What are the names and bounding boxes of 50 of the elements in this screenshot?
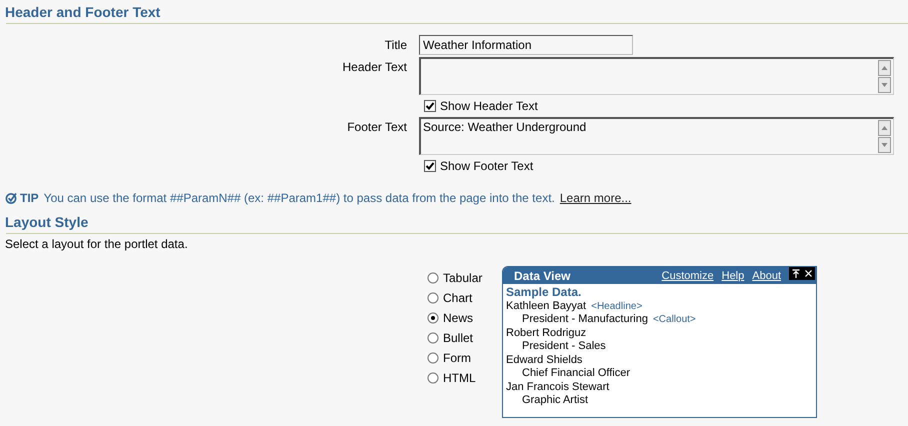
radio-button[interactable] (427, 292, 439, 304)
person-name: Jan Francois Stewart (506, 380, 610, 392)
header-link[interactable]: Customize (662, 270, 714, 282)
scroll-down-icon[interactable] (878, 137, 891, 153)
callout-tag: <Callout> (652, 314, 696, 325)
sample-heading: Sample Data. (506, 286, 582, 300)
radio-label: Bullet (443, 331, 474, 345)
radio-button[interactable] (427, 332, 439, 344)
person-role: Graphic Artist (522, 394, 588, 406)
header-link[interactable]: About (752, 270, 781, 282)
person-name: Edward Shields (506, 354, 582, 366)
radio-label: Form (443, 351, 471, 365)
scroll-up-icon[interactable] (878, 60, 891, 76)
tip-label: TIP (20, 191, 39, 205)
text-area[interactable] (419, 57, 894, 95)
radio-button[interactable] (427, 312, 439, 324)
preview-title: Data View (514, 268, 572, 282)
tip-text: You can use the format ##ParamN## (ex: ##Param1##) to pass data from the page into the text. (44, 191, 555, 205)
person-role: President - Manufacturing (522, 313, 648, 325)
radio-button[interactable] (427, 352, 439, 364)
field-label: Header Text (342, 59, 408, 74)
radio-button[interactable] (427, 272, 439, 284)
checkbox-label: Show Footer Text (440, 159, 534, 173)
header-link[interactable]: Help (722, 270, 744, 282)
checkbox-label: Show Header Text (440, 99, 538, 113)
learn-more-link[interactable]: Learn more... (560, 191, 632, 205)
text-field[interactable]: Weather Information (419, 35, 633, 55)
headline-tag: <Headline> (591, 300, 642, 312)
radio-label: HTML (443, 371, 476, 385)
section-description: Select a layout for the portlet data. (5, 237, 189, 251)
person-role: President - Sales (522, 340, 606, 352)
radio-label: Chart (443, 291, 472, 305)
radio-button[interactable] (427, 372, 439, 384)
person-role: Chief Financial Officer (522, 367, 630, 379)
check-circle-icon (5, 192, 17, 204)
checkbox[interactable] (424, 100, 436, 112)
radio-label: Tabular (443, 271, 482, 285)
pin-icon[interactable] (792, 269, 800, 278)
field-label: Title (384, 38, 408, 52)
scroll-up-icon[interactable] (878, 120, 891, 136)
checkbox[interactable] (424, 160, 436, 172)
section-title: Layout Style (5, 214, 90, 230)
person-name: Robert Rodriguz (506, 326, 586, 338)
section-title: Header and Footer Text (5, 4, 162, 20)
text-area[interactable]: Source: Weather Underground (419, 117, 894, 155)
close-icon[interactable] (805, 270, 812, 277)
scroll-down-icon[interactable] (878, 77, 891, 93)
radio-label: News (443, 311, 474, 325)
field-label: Footer Text (346, 119, 408, 134)
person-name: Kathleen Bayyat (506, 300, 586, 312)
